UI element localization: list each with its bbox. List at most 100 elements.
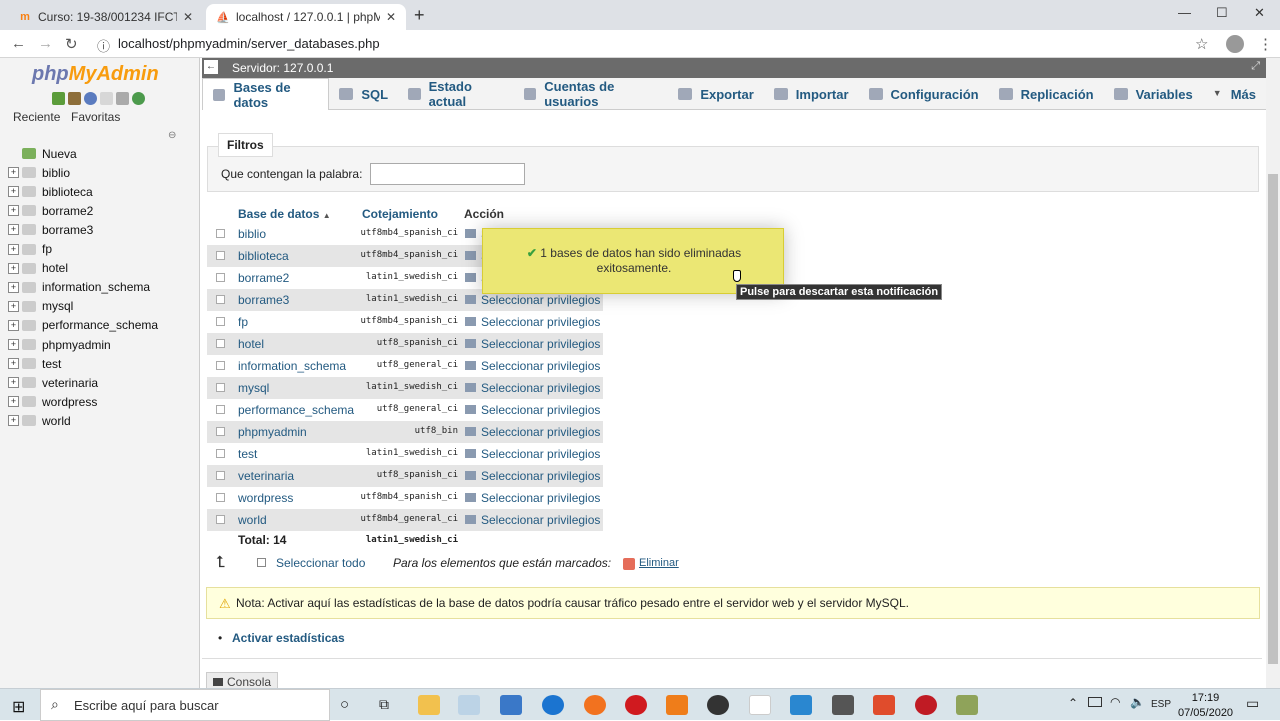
help-icon[interactable] (84, 92, 97, 105)
sidebar-item-phpmyadmin[interactable]: + phpmyadmin (8, 335, 198, 354)
profile-avatar-icon[interactable] (1226, 35, 1244, 53)
collapse-nav-icon[interactable]: ← (204, 60, 218, 74)
expand-icon[interactable]: + (8, 319, 19, 331)
sidebar-item-new[interactable]: Nueva (8, 144, 198, 163)
expand-icon[interactable]: + (8, 167, 19, 179)
sidebar-item-veterinaria[interactable]: + veterinaria (8, 373, 198, 392)
vscode-icon[interactable] (790, 695, 812, 715)
tab-favorites[interactable]: Favoritas (71, 110, 120, 124)
sidebar-item-information_schema[interactable]: + information_schema (8, 278, 198, 297)
tab-sql[interactable]: SQL (329, 78, 398, 110)
database-link[interactable]: biblioteca (238, 249, 289, 263)
row-checkbox[interactable] (216, 361, 225, 370)
database-link[interactable]: hotel (238, 337, 264, 351)
terminal-icon[interactable] (832, 695, 854, 715)
select-privileges-link[interactable]: Seleccionar privilegios (481, 381, 600, 395)
select-privileges-link[interactable]: Seleccionar privilegios (481, 513, 600, 527)
sidebar-item-borrame2[interactable]: + borrame2 (8, 201, 198, 220)
tab-variables[interactable]: Variables (1104, 78, 1203, 110)
reload-nav-icon[interactable] (132, 92, 145, 105)
clock[interactable]: 17:19 07/05/2020 (1178, 691, 1233, 721)
volume-icon[interactable]: 🔈 (1130, 695, 1145, 709)
inkscape-icon[interactable] (956, 695, 978, 715)
scrollbar-thumb[interactable] (1268, 174, 1278, 664)
select-all-link[interactable]: Seleccionar todo (276, 556, 365, 570)
close-window-icon[interactable]: ✕ (1254, 5, 1265, 21)
browser-tab-phpmyadmin[interactable]: ⛵ localhost / 127.0.0.1 | phpMyAdm ✕ (206, 4, 406, 30)
row-checkbox[interactable] (216, 295, 225, 304)
fullscreen-icon[interactable]: ⤢ (1251, 60, 1260, 73)
mail-icon[interactable] (500, 695, 522, 715)
scrollbar[interactable] (1266, 58, 1280, 688)
select-privileges-link[interactable]: Seleccionar privilegios (481, 447, 600, 461)
row-checkbox[interactable] (216, 449, 225, 458)
settings-gear-icon[interactable] (116, 92, 129, 105)
tab-m-s[interactable]: ▼ Más (1203, 78, 1266, 110)
database-link[interactable]: fp (238, 315, 248, 329)
select-privileges-link[interactable]: Seleccionar privilegios (481, 359, 600, 373)
database-link[interactable]: information_schema (238, 359, 346, 373)
chrome-icon[interactable] (458, 695, 480, 715)
sidebar-item-biblio[interactable]: + biblio (8, 163, 198, 182)
sidebar-item-wordpress[interactable]: + wordpress (8, 392, 198, 411)
phpmyadmin-logo[interactable]: phpMyAdmin (32, 63, 159, 86)
forward-icon[interactable]: → (38, 35, 53, 52)
database-link[interactable]: performance_schema (238, 403, 354, 417)
opera-icon[interactable] (625, 695, 647, 715)
maximize-icon[interactable]: ☐ (1216, 5, 1228, 21)
docs-icon[interactable] (100, 92, 113, 105)
select-all-checkbox[interactable] (257, 558, 266, 567)
file-explorer-icon[interactable] (418, 695, 440, 715)
firefox-icon[interactable] (584, 695, 606, 715)
close-tab-icon[interactable]: ✕ (386, 10, 396, 24)
sidebar-item-hotel[interactable]: + hotel (8, 259, 198, 278)
select-privileges-link[interactable]: Seleccionar privilegios (481, 315, 600, 329)
app-icon[interactable] (707, 695, 729, 715)
row-checkbox[interactable] (216, 339, 225, 348)
tab-configuraci-n[interactable]: Configuración (859, 78, 989, 110)
task-view-icon[interactable]: ⧉ (379, 696, 389, 713)
logout-icon[interactable] (68, 92, 81, 105)
row-checkbox[interactable] (216, 251, 225, 260)
opera-gx-icon[interactable] (915, 695, 937, 715)
close-tab-icon[interactable]: ✕ (183, 10, 193, 24)
database-link[interactable]: test (238, 447, 257, 461)
expand-icon[interactable]: + (8, 281, 19, 293)
bookmark-star-icon[interactable]: ☆ (1195, 35, 1208, 53)
tab-cuentas-de-usuarios[interactable]: Cuentas de usuarios (514, 78, 669, 110)
enable-stats-link[interactable]: Activar estadísticas (232, 631, 345, 645)
row-checkbox[interactable] (216, 317, 225, 326)
database-link[interactable]: borrame3 (238, 293, 289, 307)
home-icon[interactable] (52, 92, 65, 105)
delete-link[interactable]: Eliminar (639, 557, 679, 569)
xampp-icon[interactable] (666, 695, 688, 715)
database-link[interactable]: world (238, 513, 267, 527)
select-privileges-link[interactable]: Seleccionar privilegios (481, 425, 600, 439)
tab-estado-actual[interactable]: Estado actual (398, 78, 514, 110)
expand-icon[interactable]: + (8, 377, 19, 389)
database-link[interactable]: biblio (238, 227, 266, 241)
row-checkbox[interactable] (216, 229, 225, 238)
select-privileges-link[interactable]: Seleccionar privilegios (481, 491, 600, 505)
row-checkbox[interactable] (216, 405, 225, 414)
row-checkbox[interactable] (216, 427, 225, 436)
expand-icon[interactable]: + (8, 205, 19, 217)
server-label[interactable]: Servidor: 127.0.0.1 (232, 61, 333, 75)
expand-icon[interactable]: + (8, 243, 19, 255)
database-link[interactable]: phpmyadmin (238, 425, 307, 439)
expand-icon[interactable]: + (8, 396, 19, 408)
minimize-icon[interactable]: — (1178, 5, 1191, 20)
filezilla-icon[interactable] (873, 695, 895, 715)
database-link[interactable]: veterinaria (238, 469, 294, 483)
network-icon[interactable]: ◠ (1110, 695, 1120, 709)
tab-bases-de-datos[interactable]: Bases de datos (202, 78, 330, 110)
cortana-icon[interactable]: ○ (340, 696, 349, 713)
reload-icon[interactable]: ↻ (65, 35, 78, 53)
database-link[interactable]: mysql (238, 381, 269, 395)
select-privileges-link[interactable]: Seleccionar privilegios (481, 403, 600, 417)
sidebar-item-test[interactable]: + test (8, 354, 198, 373)
browser-tab-course[interactable]: m Curso: 19-38/001234 IFCT0310 A ✕ (8, 4, 203, 30)
browser-menu-icon[interactable]: ⋮ (1258, 35, 1273, 53)
col-header-db[interactable]: Base de datos ▲ (238, 207, 331, 221)
tab-replicaci-n[interactable]: Replicación (989, 78, 1104, 110)
